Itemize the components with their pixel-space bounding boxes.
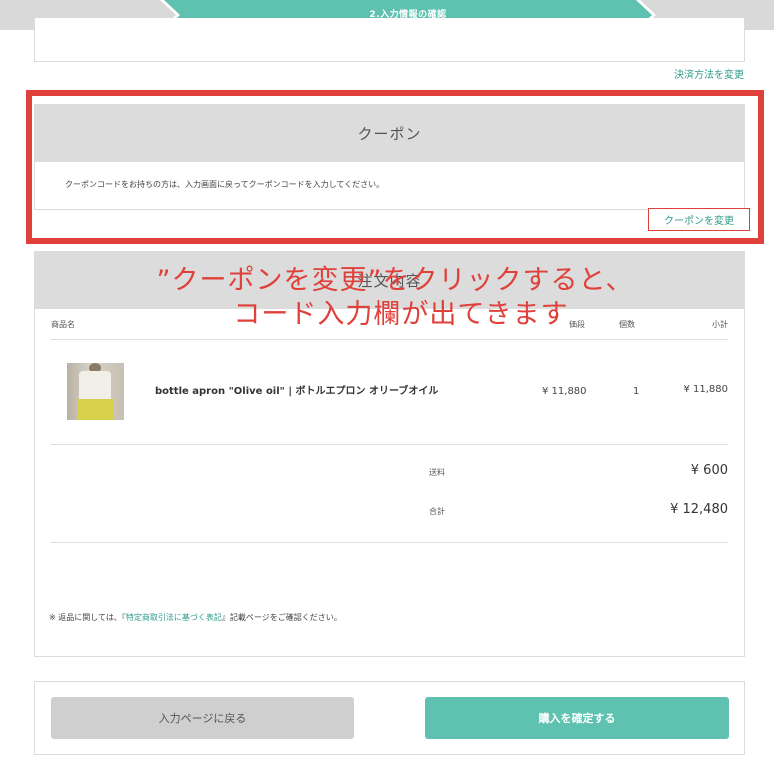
coupon-title: クーポン (35, 105, 744, 162)
confirm-purchase-button[interactable]: 購入を確定する (425, 697, 729, 739)
shipping-value: ¥ 600 (690, 463, 728, 478)
return-note-suffix: 』記載ページをご確認ください。 (221, 613, 342, 622)
total-label: 合計 (429, 507, 445, 516)
product-name: bottle apron "Olive oil" | ボトルエプロン オリーブオ… (155, 386, 439, 397)
product-qty: 1 (633, 386, 640, 397)
shipping-row: 送料 ¥ 600 (51, 463, 728, 483)
return-note: ※ 返品に関しては、『特定商取引法に基づく表記』記載ページをご確認ください。 (49, 612, 342, 623)
change-payment-link[interactable]: 決済方法を変更 (674, 66, 744, 81)
summary-divider (51, 542, 728, 543)
back-to-input-button[interactable]: 入力ページに戻る (51, 697, 354, 739)
product-price: ¥ 11,880 (542, 386, 587, 397)
total-value: ¥ 12,480 (670, 502, 728, 517)
coupon-card: クーポン クーポンコードをお持ちの方は、入力画面に戻ってクーポンコードを入力して… (34, 104, 745, 210)
change-coupon-link[interactable]: クーポンを変更 (648, 208, 750, 231)
return-note-prefix: ※ 返品に関しては、『 (49, 613, 126, 622)
product-subtotal: ¥ 11,880 (683, 384, 728, 395)
order-item-row: bottle apron "Olive oil" | ボトルエプロン オリーブオ… (51, 340, 728, 445)
payment-card (34, 18, 745, 62)
actions-card: 入力ページに戻る 購入を確定する (34, 681, 745, 755)
product-thumbnail (67, 363, 124, 420)
coupon-message: クーポンコードをお持ちの方は、入力画面に戻ってクーポンコードを入力してください。 (65, 180, 385, 189)
legal-notice-link[interactable]: 特定商取引法に基づく表記 (126, 613, 222, 622)
shipping-label: 送料 (429, 468, 445, 477)
total-row: 合計 ¥ 12,480 (51, 502, 728, 522)
annotation-line-2: コード入力欄が出てきます (233, 299, 569, 330)
